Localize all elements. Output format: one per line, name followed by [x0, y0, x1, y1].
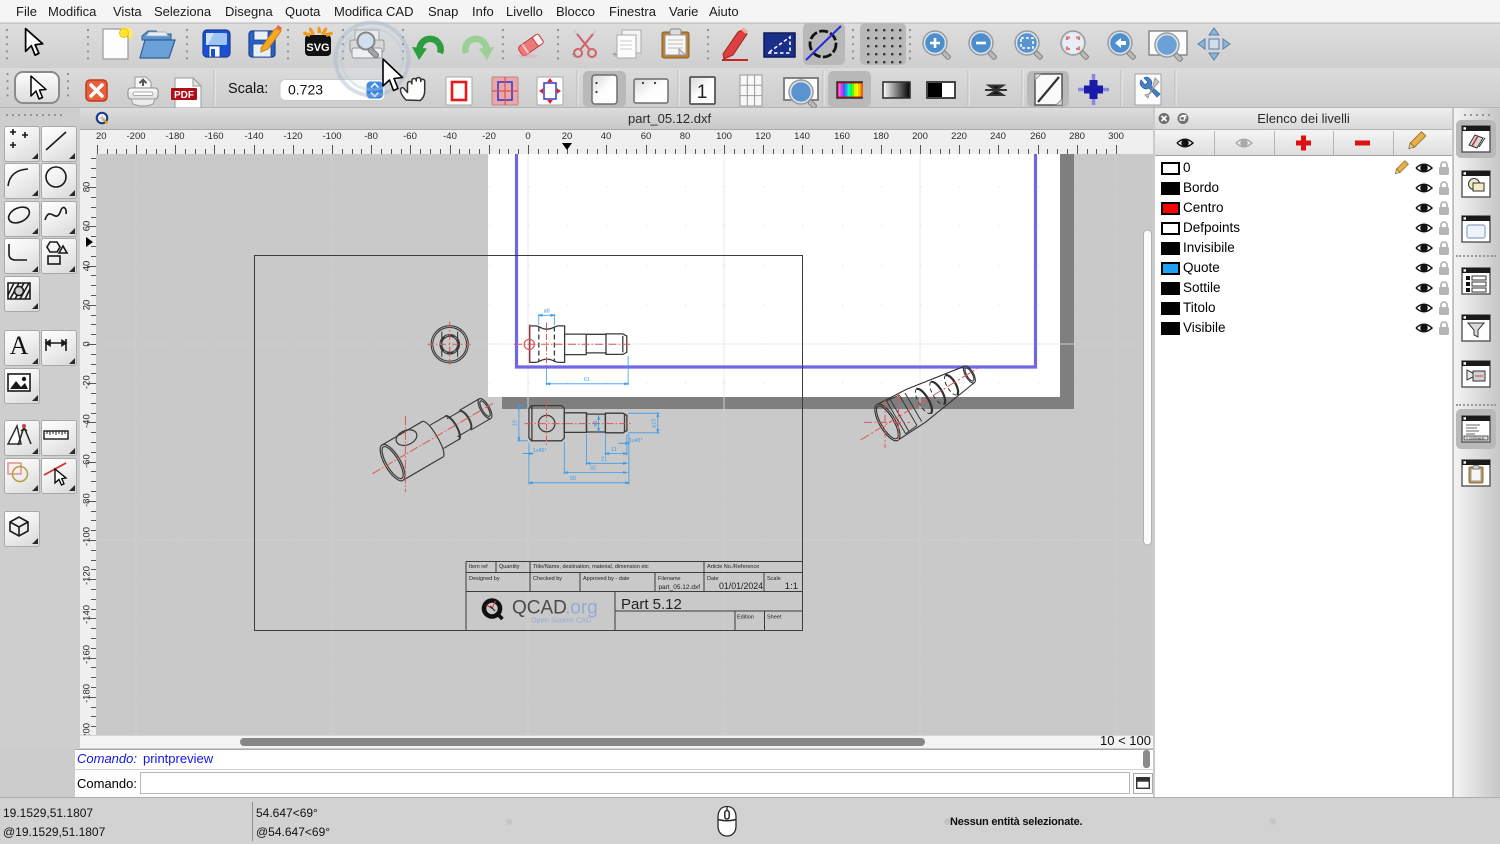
- svg-text:PDF: PDF: [174, 90, 194, 101]
- svg-text:Approved by - date: Approved by - date: [583, 576, 629, 582]
- svg-text:ø8: ø8: [544, 309, 550, 315]
- svg-text:part_05.12.dxf: part_05.12.dxf: [658, 584, 700, 591]
- svg-text:1: 1: [697, 82, 708, 103]
- svg-text:Item ref: Item ref: [469, 564, 488, 570]
- svg-text:Quantity: Quantity: [499, 564, 520, 570]
- svg-text:32: 32: [590, 466, 596, 472]
- svg-text:A: A: [10, 331, 29, 359]
- svg-text:Scala:: Scala:: [228, 81, 268, 97]
- svg-text:0.723: 0.723: [288, 82, 323, 98]
- svg-text:> command: > command: [1466, 437, 1484, 441]
- svg-text:+: +: [612, 50, 618, 61]
- svg-text:61: 61: [584, 377, 590, 383]
- svg-text:Designed by: Designed by: [469, 576, 500, 582]
- svg-text:1:1: 1:1: [785, 581, 798, 592]
- svg-text:+: +: [571, 50, 577, 61]
- svg-text:Edition: Edition: [737, 615, 754, 621]
- svg-text:ø8: ø8: [593, 421, 599, 427]
- svg-text:1x45°: 1x45°: [629, 438, 643, 444]
- svg-text:ø10: ø10: [652, 419, 658, 428]
- svg-text:Open Source CAD: Open Source CAD: [531, 616, 591, 625]
- svg-text:Sheet: Sheet: [767, 615, 782, 621]
- svg-text:1x45°: 1x45°: [533, 448, 547, 454]
- svg-text:10: 10: [513, 420, 519, 426]
- svg-text:Date: Date: [707, 576, 719, 582]
- svg-text:11: 11: [611, 447, 617, 453]
- svg-text:50: 50: [570, 476, 576, 482]
- svg-text:Article No./Reference: Article No./Reference: [707, 564, 759, 570]
- svg-text:Scale: Scale: [767, 576, 781, 582]
- svg-text:21: 21: [601, 456, 607, 462]
- svg-text:Checked by: Checked by: [533, 576, 562, 582]
- svg-text:Filename: Filename: [658, 576, 681, 582]
- svg-text:01/01/2024: 01/01/2024: [719, 581, 763, 591]
- svg-text:SVG: SVG: [306, 42, 329, 54]
- svg-text:Title/Name, destination, mater: Title/Name, destination, material, dimen…: [533, 564, 649, 570]
- svg-text:Part 5.12: Part 5.12: [621, 596, 682, 613]
